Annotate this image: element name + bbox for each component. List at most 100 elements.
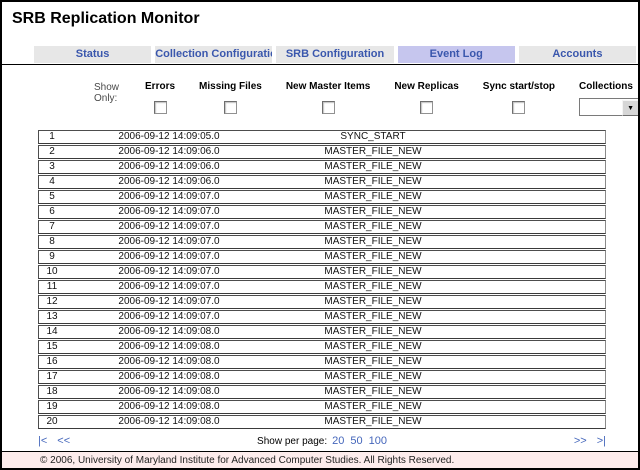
row-filler-cell	[473, 296, 605, 308]
filter-new-master-items-label: New Master Items	[286, 81, 370, 92]
filter-new-master-items-checkbox[interactable]	[322, 101, 335, 114]
table-row: 9 2006-09-12 14:09:07.0 MASTER_FILE_NEW	[38, 250, 606, 264]
row-event-type-cell: MASTER_FILE_NEW	[273, 221, 473, 233]
row-timestamp-cell: 2006-09-12 14:09:07.0	[65, 206, 273, 218]
row-event-type-cell: MASTER_FILE_NEW	[273, 191, 473, 203]
row-timestamp-cell: 2006-09-12 14:09:06.0	[65, 146, 273, 158]
row-number-cell: 6	[39, 206, 65, 218]
page-size-20-link[interactable]: 20	[332, 435, 344, 447]
collections-dropdown[interactable]: ▼	[579, 98, 640, 116]
row-filler-cell	[473, 176, 605, 188]
srb-replication-monitor-page: SRB Replication Monitor Status Collectio…	[0, 0, 640, 470]
tab-event-log[interactable]: Event Log	[398, 46, 515, 63]
row-event-type-cell: MASTER_FILE_NEW	[273, 311, 473, 323]
row-timestamp-cell: 2006-09-12 14:09:08.0	[65, 356, 273, 368]
row-event-type-cell: MASTER_FILE_NEW	[273, 266, 473, 278]
row-event-type-cell: MASTER_FILE_NEW	[273, 206, 473, 218]
filter-new-replicas-checkbox[interactable]	[420, 101, 433, 114]
row-event-type-cell: MASTER_FILE_NEW	[273, 386, 473, 398]
tab-collection-configuration[interactable]: Collection Configuration	[155, 46, 272, 63]
row-filler-cell	[473, 326, 605, 338]
table-row: 14 2006-09-12 14:09:08.0 MASTER_FILE_NEW	[38, 325, 606, 339]
row-event-type-cell: MASTER_FILE_NEW	[273, 296, 473, 308]
table-row: 7 2006-09-12 14:09:07.0 MASTER_FILE_NEW	[38, 220, 606, 234]
row-filler-cell	[473, 206, 605, 218]
row-timestamp-cell: 2006-09-12 14:09:06.0	[65, 176, 273, 188]
row-event-type-cell: MASTER_FILE_NEW	[273, 281, 473, 293]
row-filler-cell	[473, 386, 605, 398]
row-timestamp-cell: 2006-09-12 14:09:07.0	[65, 281, 273, 293]
row-number-cell: 9	[39, 251, 65, 263]
row-event-type-cell: MASTER_FILE_NEW	[273, 146, 473, 158]
row-timestamp-cell: 2006-09-12 14:09:08.0	[65, 326, 273, 338]
row-timestamp-cell: 2006-09-12 14:09:07.0	[65, 236, 273, 248]
filter-collections: Collections ▼	[579, 81, 640, 116]
row-timestamp-cell: 2006-09-12 14:09:08.0	[65, 371, 273, 383]
table-row: 8 2006-09-12 14:09:07.0 MASTER_FILE_NEW	[38, 235, 606, 249]
table-row: 12 2006-09-12 14:09:07.0 MASTER_FILE_NEW	[38, 295, 606, 309]
table-row: 6 2006-09-12 14:09:07.0 MASTER_FILE_NEW	[38, 205, 606, 219]
row-number-cell: 8	[39, 236, 65, 248]
row-timestamp-cell: 2006-09-12 14:09:08.0	[65, 341, 273, 353]
table-row: 18 2006-09-12 14:09:08.0 MASTER_FILE_NEW	[38, 385, 606, 399]
row-number-cell: 10	[39, 266, 65, 278]
row-number-cell: 7	[39, 221, 65, 233]
row-filler-cell	[473, 266, 605, 278]
row-filler-cell	[473, 221, 605, 233]
row-timestamp-cell: 2006-09-12 14:09:07.0	[65, 191, 273, 203]
row-filler-cell	[473, 236, 605, 248]
table-row: 15 2006-09-12 14:09:08.0 MASTER_FILE_NEW	[38, 340, 606, 354]
table-row: 4 2006-09-12 14:09:06.0 MASTER_FILE_NEW	[38, 175, 606, 189]
dropdown-arrow-icon[interactable]: ▼	[622, 100, 639, 116]
filter-sync-start-stop-checkbox[interactable]	[512, 101, 525, 114]
last-page-link[interactable]: >|	[597, 435, 606, 447]
table-row: 3 2006-09-12 14:09:06.0 MASTER_FILE_NEW	[38, 160, 606, 174]
row-number-cell: 15	[39, 341, 65, 353]
filter-sync-start-stop-label: Sync start/stop	[483, 81, 555, 92]
row-timestamp-cell: 2006-09-12 14:09:07.0	[65, 251, 273, 263]
row-filler-cell	[473, 311, 605, 323]
tab-status[interactable]: Status	[34, 46, 151, 63]
row-number-cell: 16	[39, 356, 65, 368]
row-event-type-cell: MASTER_FILE_NEW	[273, 371, 473, 383]
pagination-bar: |< << Show per page: 20 50 100 >> >|	[38, 435, 606, 447]
table-row: 10 2006-09-12 14:09:07.0 MASTER_FILE_NEW	[38, 265, 606, 279]
tab-srb-configuration[interactable]: SRB Configuration	[276, 46, 393, 63]
filter-new-replicas-label: New Replicas	[394, 81, 458, 92]
table-row: 16 2006-09-12 14:09:08.0 MASTER_FILE_NEW	[38, 355, 606, 369]
previous-page-link[interactable]: <<	[57, 435, 70, 447]
row-number-cell: 5	[39, 191, 65, 203]
row-filler-cell	[473, 416, 605, 428]
row-number-cell: 3	[39, 161, 65, 173]
page-size-50-link[interactable]: 50	[350, 435, 362, 447]
filter-missing-files-label: Missing Files	[199, 81, 262, 92]
filter-new-master-items: New Master Items	[286, 81, 370, 114]
pagination-right: >> >|	[387, 435, 606, 447]
row-number-cell: 11	[39, 281, 65, 293]
page-size-100-link[interactable]: 100	[369, 435, 387, 447]
event-log-table: 1 2006-09-12 14:09:05.0 SYNC_START 2 200…	[38, 130, 606, 430]
row-filler-cell	[473, 146, 605, 158]
row-event-type-cell: MASTER_FILE_NEW	[273, 326, 473, 338]
row-timestamp-cell: 2006-09-12 14:09:08.0	[65, 401, 273, 413]
row-filler-cell	[473, 341, 605, 353]
row-number-cell: 13	[39, 311, 65, 323]
row-timestamp-cell: 2006-09-12 14:09:07.0	[65, 311, 273, 323]
page-title: SRB Replication Monitor	[12, 10, 638, 28]
filter-row: Show Only: Errors Missing Files New Mast…	[2, 65, 638, 116]
row-number-cell: 20	[39, 416, 65, 428]
table-row: 11 2006-09-12 14:09:07.0 MASTER_FILE_NEW	[38, 280, 606, 294]
filter-errors-label: Errors	[145, 81, 175, 92]
footer-copyright: © 2006, University of Maryland Institute…	[2, 451, 638, 470]
row-number-cell: 17	[39, 371, 65, 383]
row-timestamp-cell: 2006-09-12 14:09:07.0	[65, 296, 273, 308]
row-timestamp-cell: 2006-09-12 14:09:07.0	[65, 266, 273, 278]
table-row: 17 2006-09-12 14:09:08.0 MASTER_FILE_NEW	[38, 370, 606, 384]
tab-accounts[interactable]: Accounts	[519, 46, 636, 63]
filter-missing-files-checkbox[interactable]	[224, 101, 237, 114]
filter-errors-checkbox[interactable]	[154, 101, 167, 114]
show-per-page-label: Show per page:	[257, 436, 327, 447]
filter-errors: Errors	[145, 81, 175, 114]
next-page-link[interactable]: >>	[574, 435, 587, 447]
first-page-link[interactable]: |<	[38, 435, 47, 447]
